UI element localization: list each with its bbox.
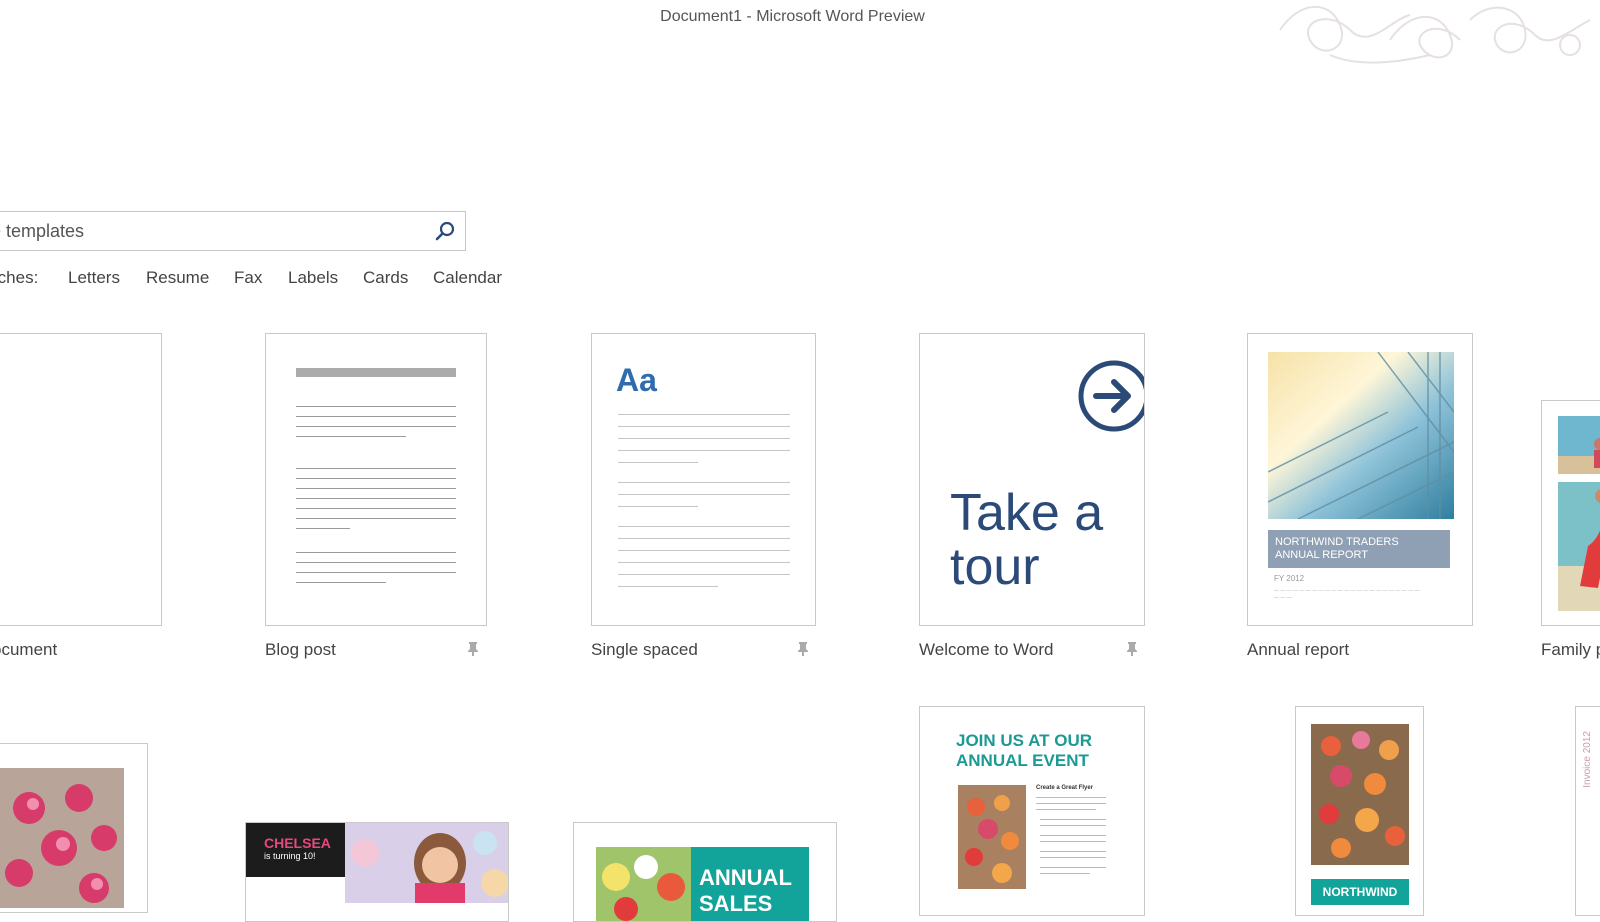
template-blank-caption: ocument <box>0 640 58 659</box>
annual-sales-line1: ANNUAL <box>699 865 792 890</box>
template-event-flyer[interactable]: JOIN US AT OUR ANNUAL EVENT Create a Gre… <box>919 706 1145 916</box>
pin-icon[interactable] <box>797 641 809 657</box>
flower-stand-photo <box>1311 724 1409 865</box>
template-annual-caption: Annual report <box>1247 640 1350 659</box>
tour-heading: Take a tour <box>950 486 1103 594</box>
event-flyer-heading: JOIN US AT OUR ANNUAL EVENT <box>956 731 1092 771</box>
suggested-fax-link[interactable]: Fax <box>234 268 262 288</box>
template-invoice[interactable]: Invoice 2012 <box>1575 706 1600 916</box>
template-northwind-flyer[interactable]: NORTHWIND <box>1295 706 1424 916</box>
template-single-caption: Single spaced <box>591 640 698 659</box>
birthday-name: CHELSEA <box>264 835 331 851</box>
suggested-resume-link[interactable]: Resume <box>146 268 209 288</box>
event-title-line1: JOIN US AT OUR <box>956 731 1093 750</box>
girl-photo <box>345 823 508 903</box>
annual-report-fy: FY 2012 <box>1274 574 1305 583</box>
suggested-labels-link[interactable]: Labels <box>288 268 338 288</box>
suggested-calendar-link[interactable]: Calendar <box>433 268 502 288</box>
template-family-caption: Family p <box>1541 640 1600 659</box>
blog-title-bar <box>296 368 456 377</box>
invoice-label: Invoice 2012 <box>1582 731 1593 788</box>
flowers-photo <box>596 847 691 921</box>
decorative-flourish <box>1279 5 1591 64</box>
tour-heading-line1: Take a <box>950 484 1104 542</box>
suggested-cards-link[interactable]: Cards <box>363 268 408 288</box>
birthday-subtitle: is turning 10! <box>264 851 316 861</box>
template-single-spaced[interactable]: Aa <box>591 333 816 626</box>
tour-heading-line2: tour <box>950 538 1040 596</box>
template-annual-report[interactable]: NORTHWIND TRADERS ANNUAL REPORT FY 2012 … <box>1247 333 1473 626</box>
template-tour-caption: Welcome to Word <box>919 640 1054 659</box>
search-button[interactable] <box>425 212 465 250</box>
suggested-searches-label: rches: <box>0 268 39 287</box>
annual-sales-heading: ANNUAL SALES <box>691 847 809 921</box>
template-take-a-tour[interactable]: Take a tour <box>919 333 1145 626</box>
annual-sales-line2: SALES <box>699 891 773 916</box>
northwind-banner: NORTHWIND <box>1311 879 1409 905</box>
annual-report-text: — — — — — — — — — — — — — — — — — — — — … <box>1274 588 1420 601</box>
template-blog-post[interactable] <box>265 333 487 626</box>
birthday-name-block: CHELSEA is turning 10! <box>246 823 345 877</box>
sample-text-aa: Aa <box>616 362 657 398</box>
event-subtitle: Create a Great Flyer <box>1036 785 1094 791</box>
event-title-line2: ANNUAL EVENT <box>956 751 1089 770</box>
pin-icon[interactable] <box>1126 641 1138 657</box>
flower-shop-photo <box>958 785 1026 889</box>
annual-report-band: NORTHWIND TRADERS ANNUAL REPORT <box>1268 530 1450 568</box>
template-blank-document[interactable] <box>0 333 162 626</box>
template-flower-card[interactable] <box>0 743 148 913</box>
flower-photo <box>0 768 124 908</box>
template-annual-sales[interactable]: ANNUAL SALES <box>573 822 837 922</box>
template-blog-caption: Blog post <box>265 640 336 659</box>
search-input[interactable] <box>0 212 419 250</box>
template-search-box <box>0 211 466 251</box>
suggested-letters-link[interactable]: Letters <box>68 268 120 288</box>
template-family-photo[interactable] <box>1541 400 1600 626</box>
family-photo <box>1558 416 1600 611</box>
pin-icon[interactable] <box>467 641 479 657</box>
search-icon <box>435 221 455 241</box>
building-photo <box>1268 352 1454 519</box>
arrow-right-circle-icon <box>1078 360 1144 432</box>
template-birthday-card[interactable]: CHELSEA is turning 10! <box>245 822 509 922</box>
